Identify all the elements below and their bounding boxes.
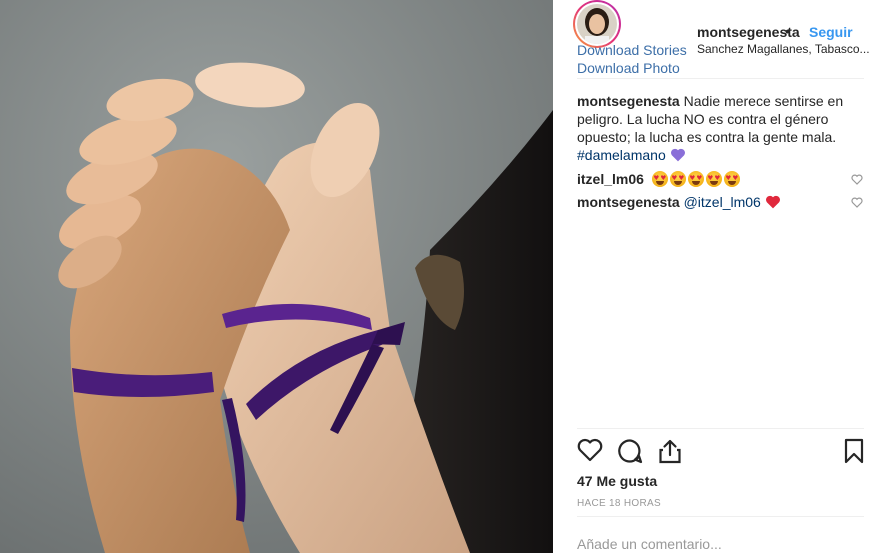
hands-with-ribbon-image: [0, 0, 553, 553]
heart-eyes-emoji: [687, 171, 704, 187]
post-side-panel: Download Stories Download Photo montsege…: [553, 0, 877, 553]
avatar-photo: [577, 4, 617, 44]
comment-username[interactable]: montsegenesta: [577, 194, 680, 210]
avatar[interactable]: [573, 0, 621, 48]
location-link[interactable]: Sanchez Magallanes, Tabasco...: [697, 42, 870, 56]
post-header: Download Stories Download Photo montsege…: [553, 0, 877, 78]
download-stories-link[interactable]: Download Stories: [577, 42, 687, 58]
post-photo[interactable]: [0, 0, 553, 553]
share-icon[interactable]: [657, 438, 683, 464]
likes-count[interactable]: 47 Me gusta: [577, 473, 657, 489]
red-heart-icon: [765, 195, 780, 209]
heart-eyes-emoji-group: [651, 171, 742, 187]
like-comment-icon[interactable]: [851, 174, 863, 185]
download-photo-link[interactable]: Download Photo: [577, 60, 680, 76]
save-icon[interactable]: [843, 438, 865, 464]
follow-button[interactable]: Seguir: [809, 24, 853, 40]
comment-icon[interactable]: [617, 438, 643, 464]
separator-dot: •: [785, 23, 790, 39]
like-icon[interactable]: [577, 438, 603, 462]
heart-eyes-emoji: [669, 171, 686, 187]
divider: [577, 516, 864, 517]
purple-heart-icon: [670, 148, 685, 162]
heart-eyes-emoji: [705, 171, 722, 187]
heart-eyes-emoji: [651, 171, 668, 187]
list-item: montsegenesta @itzel_lm06: [577, 193, 865, 211]
hashtag-link[interactable]: #damelamano: [577, 147, 666, 163]
comment-input[interactable]: Añade un comentario...: [577, 536, 722, 552]
divider: [577, 428, 864, 429]
comment-username[interactable]: itzel_lm06: [577, 171, 644, 187]
list-item: itzel_lm06: [577, 170, 865, 188]
like-comment-icon[interactable]: [851, 197, 863, 208]
comments-list: montsegenesta Nadie merece sentirse en p…: [577, 92, 865, 216]
caption-username[interactable]: montsegenesta: [577, 93, 680, 109]
mention-link[interactable]: @itzel_lm06: [684, 194, 761, 210]
action-bar: [577, 438, 865, 466]
heart-eyes-emoji: [723, 171, 740, 187]
post-timestamp[interactable]: HACE 18 HORAS: [577, 498, 661, 509]
divider: [577, 78, 864, 79]
caption: montsegenesta Nadie merece sentirse en p…: [577, 92, 865, 164]
